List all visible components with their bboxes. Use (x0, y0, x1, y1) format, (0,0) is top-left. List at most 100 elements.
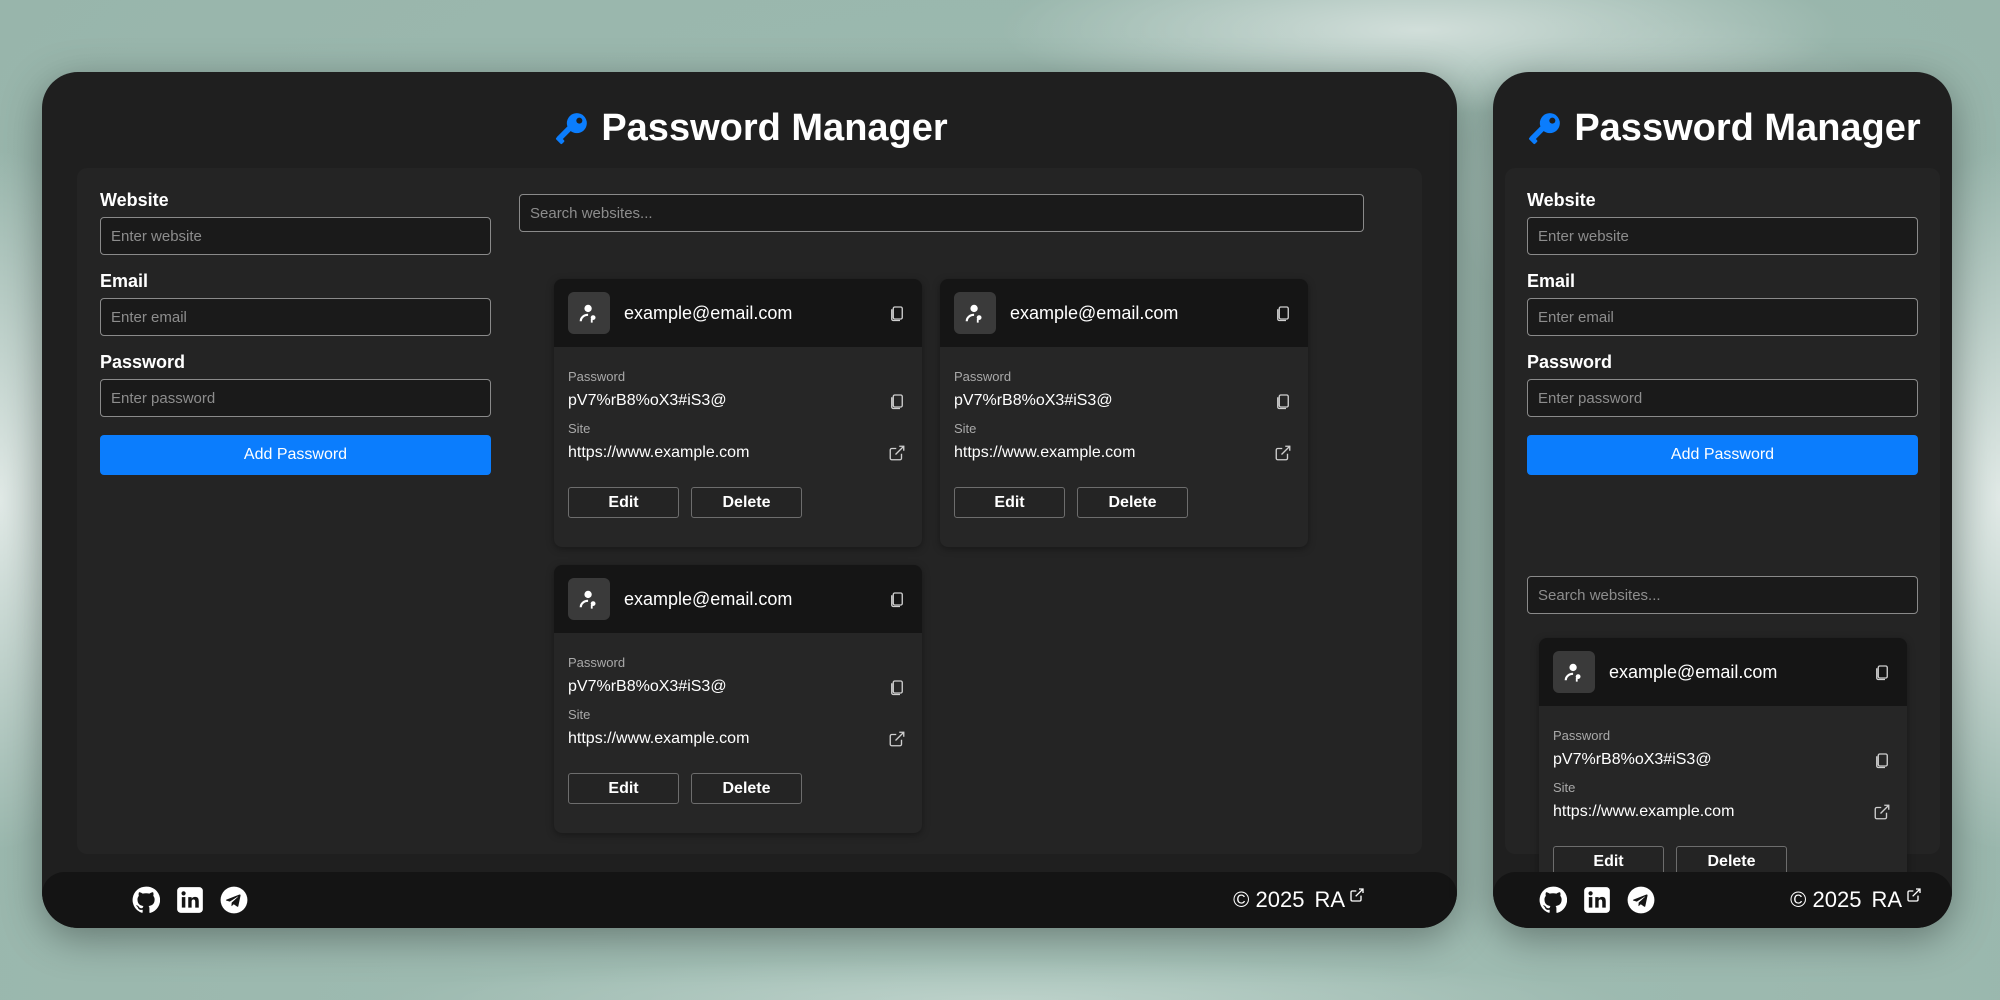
password-card: example@email.com Password pV7%rB8%oX3#i… (554, 279, 922, 547)
password-row: pV7%rB8%oX3#iS3@ (1553, 748, 1893, 772)
add-password-form: Website Email Password Add Password (100, 190, 491, 475)
app-header: Password Manager (1493, 107, 1952, 150)
add-password-button[interactable]: Add Password (100, 435, 491, 475)
user-key-icon (1553, 651, 1595, 693)
mobile-view: Password Manager Website Email Password … (1493, 72, 1952, 928)
website-input[interactable] (1527, 217, 1918, 255)
site-row: https://www.example.com (568, 441, 908, 465)
password-row: pV7%rB8%oX3#iS3@ (954, 389, 1294, 413)
social-links (132, 886, 248, 914)
user-key-icon (954, 292, 996, 334)
copy-password-icon[interactable] (886, 676, 908, 698)
card-actions: Edit Delete (568, 487, 908, 518)
edit-button[interactable]: Edit (568, 773, 679, 804)
search-bar (1527, 576, 1918, 614)
linkedin-icon[interactable] (1583, 886, 1611, 914)
password-label: Password (100, 352, 186, 372)
author-name: RA (1871, 887, 1902, 912)
password-card: example@email.com Password pV7%rB8%oX3#i… (554, 565, 922, 833)
copy-email-icon[interactable] (1871, 661, 1893, 683)
copyright-text: © 2025 (1233, 887, 1305, 912)
copy-email-icon[interactable] (886, 588, 908, 610)
copy-email-icon[interactable] (886, 302, 908, 324)
copy-password-icon[interactable] (886, 390, 908, 412)
site-field-label: Site (1553, 780, 1576, 795)
card-header: example@email.com (940, 279, 1308, 347)
email-label: Email (100, 271, 149, 291)
author-link[interactable]: RA (1314, 887, 1365, 913)
add-password-button[interactable]: Add Password (1527, 435, 1918, 475)
card-email: example@email.com (624, 302, 793, 323)
edit-button[interactable]: Edit (954, 487, 1065, 518)
password-value: pV7%rB8%oX3#iS3@ (568, 678, 727, 695)
password-row: pV7%rB8%oX3#iS3@ (568, 675, 908, 699)
copy-password-icon[interactable] (1272, 390, 1294, 412)
app-title: Password Manager (601, 107, 948, 149)
card-body: Password pV7%rB8%oX3#iS3@ Site https://w… (554, 633, 922, 804)
telegram-icon[interactable] (1627, 886, 1655, 914)
site-row: https://www.example.com (954, 441, 1294, 465)
edit-button[interactable]: Edit (568, 487, 679, 518)
author-name: RA (1314, 887, 1345, 912)
website-label: Website (100, 190, 169, 210)
copyright: © 2025 RA (1233, 887, 1365, 913)
external-link-icon[interactable] (886, 728, 908, 750)
desktop-view: Password Manager Website Email Password … (42, 72, 1457, 928)
password-field-label: Password (954, 369, 1012, 384)
email-input[interactable] (1527, 298, 1918, 336)
copy-email-icon[interactable] (1272, 302, 1294, 324)
user-key-icon (568, 578, 610, 620)
app-header: Password Manager (42, 107, 1457, 150)
password-field-label: Password (568, 369, 626, 384)
password-card: example@email.com Password pV7%rB8%oX3#i… (940, 279, 1308, 547)
site-row: https://www.example.com (568, 727, 908, 751)
copy-password-icon[interactable] (1871, 749, 1893, 771)
github-icon[interactable] (132, 886, 160, 914)
external-link-icon[interactable] (886, 442, 908, 464)
delete-button[interactable]: Delete (691, 487, 802, 518)
card-body: Password pV7%rB8%oX3#iS3@ Site https://w… (940, 347, 1308, 518)
password-label: Password (1527, 352, 1613, 372)
card-header: example@email.com (1539, 638, 1907, 706)
search-input[interactable] (1527, 576, 1918, 614)
card-header: example@email.com (554, 565, 922, 633)
social-links (1539, 886, 1655, 914)
website-label: Website (1527, 190, 1596, 210)
card-email: example@email.com (624, 588, 793, 609)
email-input[interactable] (100, 298, 491, 336)
site-value: https://www.example.com (568, 730, 750, 747)
card-email: example@email.com (1010, 302, 1179, 323)
delete-button[interactable]: Delete (691, 773, 802, 804)
copyright: © 2025 RA (1790, 887, 1922, 913)
card-body: Password pV7%rB8%oX3#iS3@ Site https://w… (1539, 706, 1907, 877)
site-value: https://www.example.com (1553, 803, 1735, 820)
delete-button[interactable]: Delete (1077, 487, 1188, 518)
site-row: https://www.example.com (1553, 800, 1893, 824)
site-value: https://www.example.com (568, 444, 750, 461)
external-link-icon (1350, 888, 1364, 902)
password-value: pV7%rB8%oX3#iS3@ (1553, 751, 1712, 768)
password-row: pV7%rB8%oX3#iS3@ (568, 389, 908, 413)
external-link-icon (1907, 888, 1921, 902)
password-card: example@email.com Password pV7%rB8%oX3#i… (1539, 638, 1907, 906)
site-field-label: Site (954, 421, 977, 436)
password-input[interactable] (100, 379, 491, 417)
app-title: Password Manager (1574, 107, 1921, 149)
github-icon[interactable] (1539, 886, 1567, 914)
linkedin-icon[interactable] (176, 886, 204, 914)
card-actions: Edit Delete (568, 773, 908, 804)
card-actions: Edit Delete (954, 487, 1294, 518)
main-panel: Website Email Password Add Password exam… (1505, 168, 1940, 906)
card-body: Password pV7%rB8%oX3#iS3@ Site https://w… (554, 347, 922, 518)
author-link[interactable]: RA (1871, 887, 1922, 913)
external-link-icon[interactable] (1871, 801, 1893, 823)
add-password-form: Website Email Password Add Password (1527, 190, 1918, 475)
search-input[interactable] (519, 194, 1364, 232)
copyright-text: © 2025 (1790, 887, 1862, 912)
external-link-icon[interactable] (1272, 442, 1294, 464)
telegram-icon[interactable] (220, 886, 248, 914)
password-field-label: Password (1553, 728, 1611, 743)
password-field-label: Password (568, 655, 626, 670)
website-input[interactable] (100, 217, 491, 255)
password-input[interactable] (1527, 379, 1918, 417)
